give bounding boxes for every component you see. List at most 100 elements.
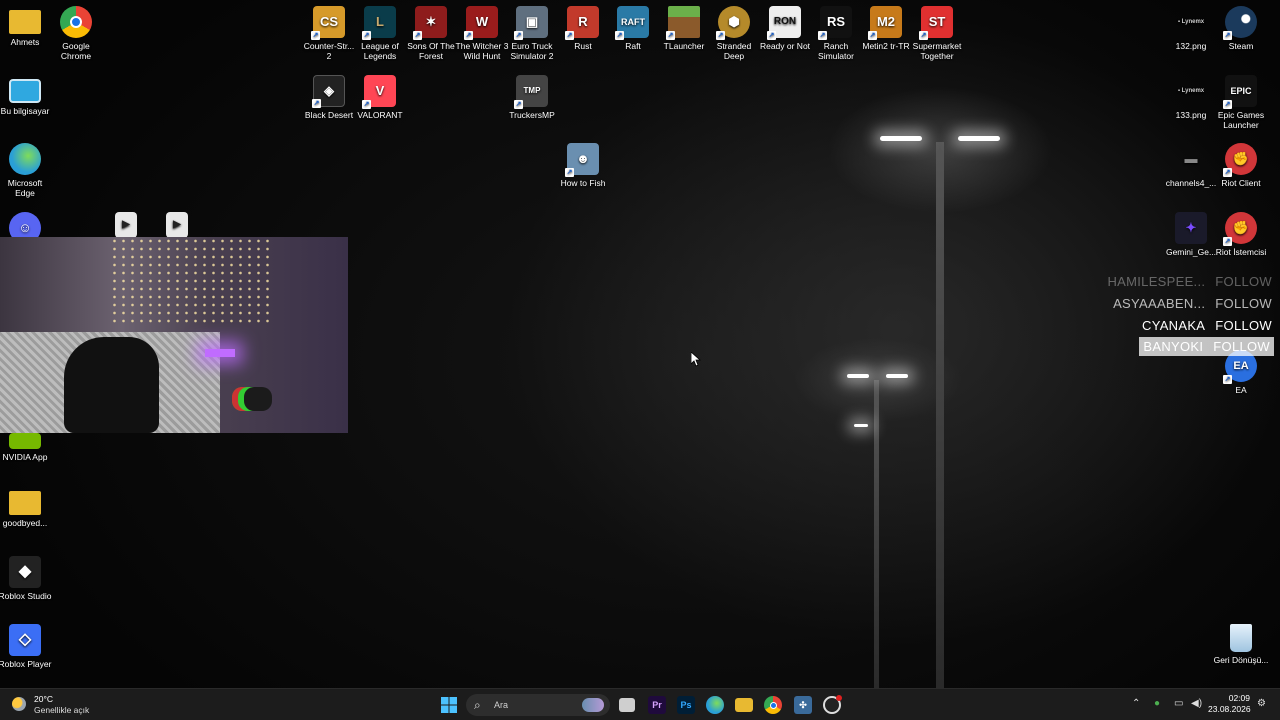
- clock-time: 02:09: [1228, 693, 1250, 703]
- follow-alert-highlighted: BANYOKI FOLLOW: [1139, 337, 1274, 356]
- desktop-icon-sons-of-the-forest[interactable]: ✶ ↗ Sons Of The Forest: [403, 6, 459, 61]
- desktop-icon-roblox-studio[interactable]: ◆ Roblox Studio: [0, 556, 53, 601]
- recycle-bin-icon: [1230, 624, 1252, 652]
- desktop-icon-euro-truck-simulator-2[interactable]: ▣ ↗ Euro Truck Simulator 2: [504, 6, 560, 61]
- roblox-player-icon: ◇: [9, 624, 41, 656]
- lamp-light: [847, 374, 869, 378]
- desktop-icon-goodbyed[interactable]: goodbyed...: [0, 487, 53, 528]
- desktop-icon-google-chrome[interactable]: Google Chrome: [48, 6, 104, 61]
- app-taskbar-icon[interactable]: ✣: [794, 696, 812, 714]
- desktop-icon-black-desert[interactable]: ◈ ↗ Black Desert: [301, 75, 357, 120]
- start-button[interactable]: [440, 696, 458, 714]
- lamp-light: [854, 424, 868, 427]
- volume-icon[interactable]: ◀): [1191, 698, 1202, 709]
- roblox-studio-icon: ◆: [9, 556, 41, 588]
- desktop-icon-raft[interactable]: RAFT ↗ Raft: [605, 6, 661, 51]
- task-view-button[interactable]: [619, 698, 635, 712]
- sons-forest-icon: ✶ ↗: [413, 6, 447, 40]
- network-icon[interactable]: ▭: [1174, 698, 1183, 709]
- desktop-icon-133-png[interactable]: ▪ Lynemx 133.png: [1163, 75, 1219, 120]
- monitor-icon: [9, 79, 41, 103]
- premiere-pro-icon[interactable]: Pr: [648, 696, 666, 714]
- search-icon: ⌕: [474, 698, 481, 712]
- chair: [64, 337, 159, 433]
- search-highlight-icon: [582, 698, 604, 712]
- desktop-icon-ready-or-not[interactable]: RON ↗ Ready or Not: [757, 6, 813, 51]
- nvidia-icon: [9, 433, 41, 449]
- video-file-icon: ▶: [166, 212, 188, 238]
- stranded-deep-icon: ⬢ ↗: [716, 6, 750, 40]
- desktop-icon-ranch-simulator[interactable]: RS ↗ Ranch Simulator: [808, 6, 864, 61]
- follow-alert: ASYAAABEN... FOLLOW: [1113, 296, 1272, 311]
- riot-icon: ✊ ↗: [1223, 212, 1257, 246]
- search-placeholder: Ara: [494, 700, 509, 710]
- chevron-up-icon[interactable]: ⌃: [1132, 698, 1140, 709]
- truckersmp-icon: TMP ↗: [514, 75, 548, 109]
- lamp-post: [874, 380, 879, 688]
- desktop-icon-epic-games-launcher[interactable]: EPIC ↗ Epic Games Launcher: [1213, 75, 1269, 130]
- ranch-icon: RS ↗: [818, 6, 852, 40]
- gemini-icon: ✦: [1175, 212, 1207, 244]
- league-icon: L ↗: [362, 6, 396, 40]
- desktop-icon-microsoft-edge[interactable]: Microsoft Edge: [0, 143, 53, 198]
- desktop-icon-how-to-fish[interactable]: ☻ ↗ How to Fish: [555, 143, 611, 188]
- desktop-icon-ea[interactable]: EA ↗ EA: [1213, 350, 1269, 395]
- witcher-icon: W ↗: [464, 6, 498, 40]
- microphone-icon[interactable]: ●: [1154, 698, 1160, 709]
- steam-icon: ↗: [1223, 6, 1257, 40]
- windows-icon: [441, 697, 457, 713]
- obs-taskbar-icon[interactable]: [823, 695, 842, 714]
- desktop-icon-bu-bilgisayar[interactable]: Bu bilgisayar: [0, 75, 53, 116]
- desktop-icon-truckersmp[interactable]: TMP ↗ TruckersMP: [504, 75, 560, 120]
- desktop-icon-riot-client[interactable]: ✊ ↗ Riot Client: [1213, 143, 1269, 188]
- folder-icon: [9, 10, 41, 34]
- desktop-icon-gemini[interactable]: ✦ Gemini_Ge...: [1163, 212, 1219, 257]
- raft-icon: RAFT ↗: [615, 6, 649, 40]
- minecraft-icon: ↗: [666, 6, 700, 40]
- follow-alert: HAMILESPEE... FOLLOW: [1107, 274, 1272, 289]
- weather-temp: 20°C: [34, 694, 53, 704]
- metin2-icon: M2 ↗: [868, 6, 902, 40]
- ready-or-not-icon: RON ↗: [767, 6, 801, 40]
- desktop-icon-roblox-player[interactable]: ◇ Roblox Player: [0, 624, 53, 669]
- notification-icon[interactable]: ⚙: [1257, 698, 1266, 709]
- chrome-taskbar-icon[interactable]: [764, 696, 782, 714]
- desktop-icon-rust[interactable]: R ↗ Rust: [555, 6, 611, 51]
- lamp-light: [880, 136, 922, 141]
- desktop-icon-132-png[interactable]: ▪ Lynemx 132.png: [1163, 6, 1219, 51]
- desktop-icon-steam[interactable]: ↗ Steam: [1213, 6, 1269, 51]
- desktop-icon-counter-strike-2[interactable]: CS ↗ Counter-Str... 2: [301, 6, 357, 61]
- desktop-icon-recycle-bin[interactable]: Geri Dönüşü...: [1213, 624, 1269, 665]
- desktop-icon-ahmets[interactable]: Ahmets: [0, 6, 53, 47]
- desktop-icon-tlauncher[interactable]: ↗ TLauncher: [656, 6, 712, 51]
- weather-icon: [12, 697, 26, 711]
- desktop-icon-metin2[interactable]: M2 ↗ Metin2 tr-TR: [858, 6, 914, 51]
- desktop-icon-riot-istemcisi[interactable]: ✊ ↗ Riot İstemcisi: [1213, 212, 1269, 257]
- clock[interactable]: 02:09 23.08.2026: [1208, 693, 1251, 715]
- chrome-icon: [60, 6, 92, 38]
- edge-taskbar-icon[interactable]: [706, 696, 724, 714]
- folder-icon: [9, 491, 41, 515]
- mouse-cursor-icon: [691, 352, 701, 367]
- desktop-icon-channels4[interactable]: ▬ channels4_...: [1163, 143, 1219, 188]
- lamp-light: [886, 374, 908, 378]
- clock-date: 23.08.2026: [1208, 704, 1251, 714]
- truck-icon: ▣ ↗: [514, 6, 548, 40]
- weather-widget[interactable]: 20°C Genellikle açık: [10, 694, 120, 716]
- neon-light: [205, 349, 235, 357]
- rust-icon: R ↗: [565, 6, 599, 40]
- desktop-icon-the-witcher-3[interactable]: W ↗ The Witcher 3 Wild Hunt: [454, 6, 510, 61]
- image-icon: ▬: [1184, 151, 1198, 166]
- desktop-icon-league-of-legends[interactable]: L ↗ League of Legends: [352, 6, 408, 61]
- search-box[interactable]: ⌕ Ara: [466, 694, 610, 716]
- black-desert-icon: ◈ ↗: [312, 75, 345, 108]
- file-explorer-icon[interactable]: [735, 698, 753, 712]
- desktop-icon-stranded-deep[interactable]: ⬢ ↗ Stranded Deep: [706, 6, 762, 61]
- photoshop-icon[interactable]: Ps: [677, 696, 695, 714]
- fairy-lights: [110, 237, 270, 327]
- taskbar: 20°C Genellikle açık ⌕ Ara Pr Ps ✣ ⌃ ● ▭…: [0, 688, 1280, 720]
- follow-alert: CYANAKA FOLLOW: [1142, 318, 1272, 333]
- desktop-icon-valorant[interactable]: V ↗ VALORANT: [352, 75, 408, 120]
- desktop-icon-supermarket-together[interactable]: ST ↗ Supermarket Together: [909, 6, 965, 61]
- webcam-overlay: [0, 237, 348, 433]
